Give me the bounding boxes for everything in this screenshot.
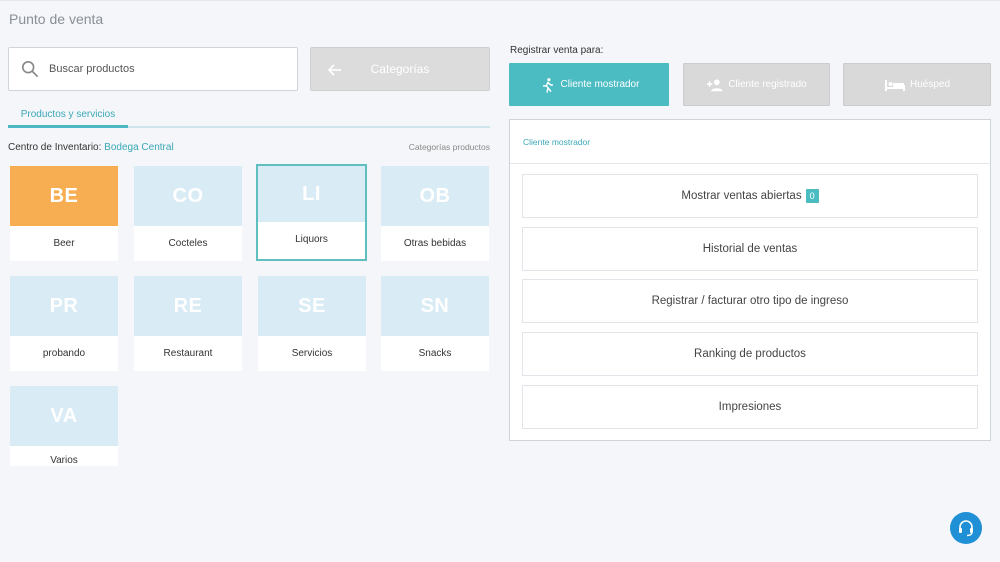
product-tile-otras-bebidas[interactable]: OB Otras bebidas — [381, 166, 489, 261]
arrow-left-icon — [327, 64, 341, 76]
tile-label: Restaurant — [163, 348, 213, 359]
tile-thumb: PR — [10, 276, 118, 336]
client-counter-button[interactable]: Cliente mostrador — [509, 63, 669, 106]
tile-thumb: SN — [381, 276, 489, 336]
product-tile-beer[interactable]: BE Beer — [10, 166, 118, 261]
add-user-icon — [707, 78, 723, 91]
registered-client-label: Cliente registrado — [728, 79, 807, 90]
client-counter-label: Cliente mostrador — [560, 79, 640, 90]
product-tile-cocteles[interactable]: CO Cocteles — [134, 166, 242, 261]
guest-label: Huésped — [909, 79, 951, 90]
top-divider — [0, 0, 1000, 1]
prints-button[interactable]: Impresiones — [522, 385, 978, 429]
show-open-sales-button[interactable]: Mostrar ventas abiertas 0 — [522, 174, 978, 218]
sales-history-label: Historial de ventas — [702, 243, 798, 255]
tile-label: Beer — [53, 238, 75, 249]
inventory-line: Centro de Inventario: Bodega Central Cat… — [8, 142, 490, 153]
product-tile-snacks[interactable]: SN Snacks — [381, 276, 489, 371]
product-tile-restaurant[interactable]: RE Restaurant — [134, 276, 242, 371]
tile-label: Cocteles — [168, 238, 208, 249]
tile-thumb: LI — [258, 166, 365, 222]
search-field[interactable] — [8, 47, 298, 91]
categories-products-link[interactable]: Categorías productos — [409, 142, 490, 152]
inventory-value[interactable]: Bodega Central — [104, 142, 174, 153]
tile-label: Servicios — [291, 348, 333, 359]
guest-button[interactable]: Huésped — [843, 63, 991, 106]
prints-label: Impresiones — [718, 401, 782, 413]
registered-client-button[interactable]: Cliente registrado — [683, 63, 830, 106]
client-panel: Cliente mostrador Mostrar ventas abierta… — [509, 119, 991, 441]
tab-bar: Productos y servicios — [8, 104, 490, 128]
product-ranking-label: Ranking de productos — [694, 348, 806, 360]
product-ranking-button[interactable]: Ranking de productos — [522, 332, 978, 376]
show-open-sales-label: Mostrar ventas abiertas — [681, 190, 802, 202]
tile-label: probando — [42, 348, 86, 359]
bed-icon — [884, 79, 905, 91]
product-tile-liquors[interactable]: LI Liquors — [256, 164, 367, 261]
tile-thumb: RE — [134, 276, 242, 336]
search-icon — [21, 60, 39, 78]
page-title: Punto de venta — [9, 11, 104, 27]
product-tile-varios[interactable]: VA Varios — [10, 386, 118, 466]
tile-thumb: BE — [10, 166, 118, 226]
tile-thumb: VA — [10, 386, 118, 446]
tile-thumb: CO — [134, 166, 242, 226]
search-input[interactable] — [49, 63, 269, 75]
support-chat-button[interactable] — [950, 512, 982, 544]
tile-label: Liquors — [295, 234, 328, 245]
sales-history-button[interactable]: Historial de ventas — [522, 227, 978, 271]
panel-header: Cliente mostrador — [510, 120, 990, 164]
register-sale-label: Registrar venta para: — [510, 45, 604, 56]
register-other-income-label: Registrar / facturar otro tipo de ingres… — [651, 295, 849, 307]
tile-thumb: OB — [381, 166, 489, 226]
register-other-income-button[interactable]: Registrar / facturar otro tipo de ingres… — [522, 279, 978, 323]
tile-label: Varios — [50, 455, 78, 466]
product-tile-probando[interactable]: PR probando — [10, 276, 118, 371]
categories-button[interactable]: Categorías — [310, 47, 490, 91]
product-tile-servicios[interactable]: SE Servicios — [258, 276, 366, 371]
open-sales-count-badge: 0 — [805, 189, 819, 203]
tile-thumb: SE — [258, 276, 366, 336]
categories-button-label: Categorías — [370, 62, 430, 76]
walking-person-icon — [542, 77, 553, 93]
tile-label: Otras bebidas — [403, 238, 467, 249]
tile-label: Snacks — [418, 348, 452, 359]
tab-productos-servicios[interactable]: Productos y servicios — [8, 104, 128, 128]
inventory-label: Centro de Inventario: — [8, 142, 102, 153]
headset-icon — [959, 520, 973, 537]
